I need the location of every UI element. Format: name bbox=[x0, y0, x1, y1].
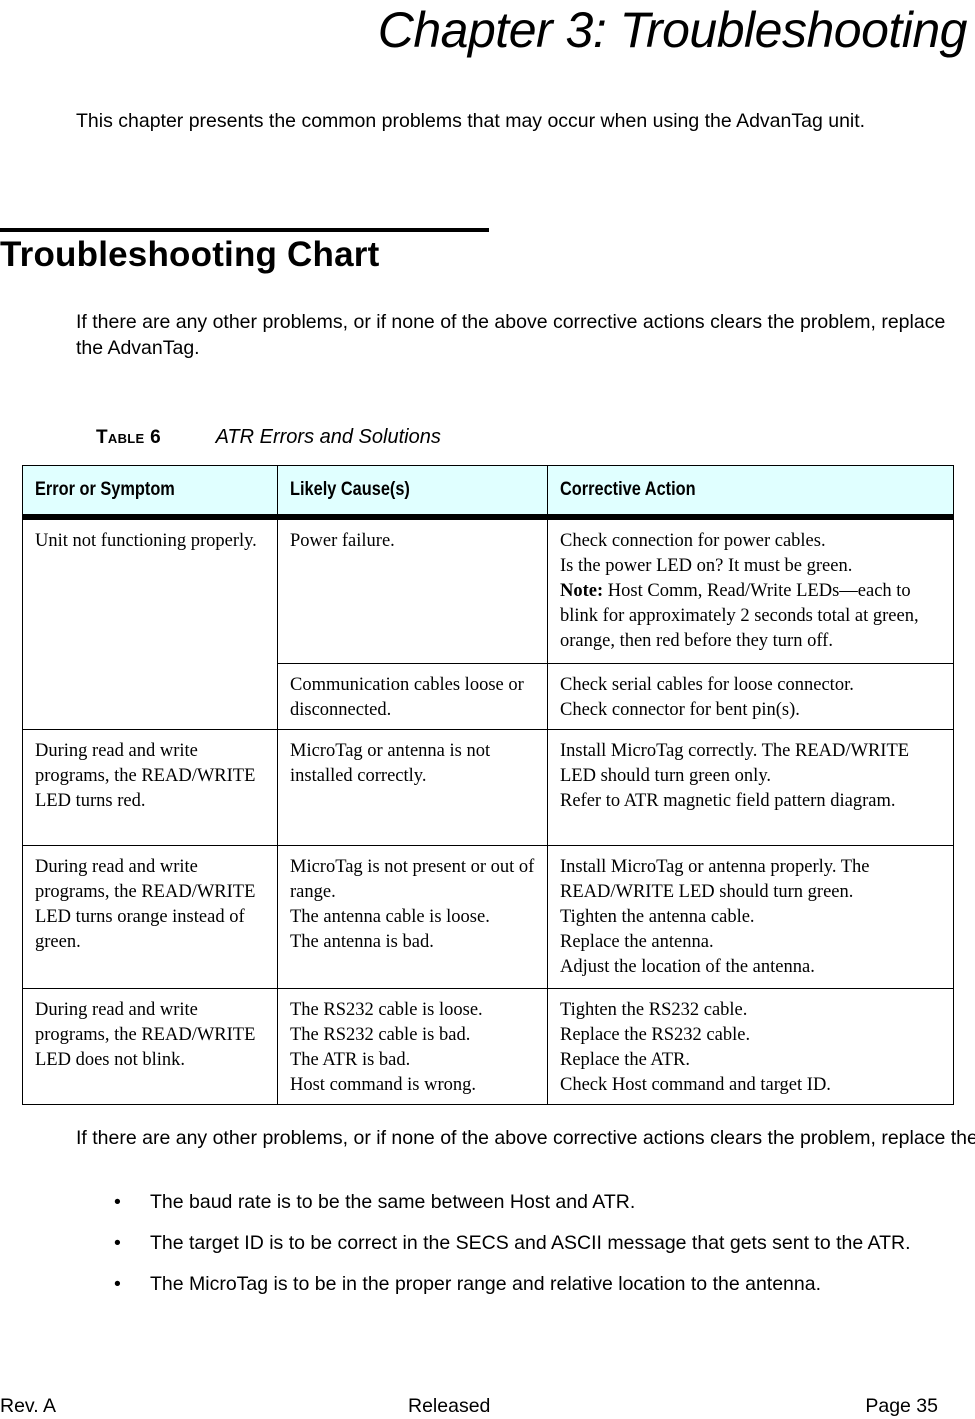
cause-line: The antenna cable is loose. bbox=[290, 907, 490, 927]
table-row: During read and write programs, the READ… bbox=[22, 729, 954, 846]
action-line: Install MicroTag or antenna properly. Th… bbox=[560, 857, 870, 902]
table-row: During read and write programs, the READ… bbox=[22, 988, 954, 1105]
symptom-text: Unit not functioning properly. bbox=[35, 531, 257, 551]
action-line: Replace the RS232 cable. bbox=[560, 1025, 751, 1045]
action-line: Replace the antenna. bbox=[560, 932, 714, 952]
column-header-causes: Likely Cause(s) bbox=[277, 465, 548, 520]
cause-cell: MicroTag is not present or out of range.… bbox=[277, 845, 548, 989]
table-caption: Table 6 ATR Errors and Solutions bbox=[96, 424, 441, 451]
action-cell: Check connection for power cables. Is th… bbox=[547, 516, 954, 664]
list-item-text: The MicroTag is to be in the proper rang… bbox=[150, 1273, 821, 1295]
note-label: Note: bbox=[560, 581, 604, 601]
bullet-icon: • bbox=[114, 1191, 121, 1213]
action-line: Check serial cables for loose connector. bbox=[560, 675, 854, 695]
cause-cell: MicroTag or antenna is not installed cor… bbox=[277, 729, 548, 846]
column-header-label: Error or Symptom bbox=[35, 479, 175, 500]
action-line: Replace the ATR. bbox=[560, 1050, 690, 1070]
table-header-row: Error or Symptom Likely Cause(s) Correct… bbox=[22, 465, 954, 520]
cause-line: The antenna is bad. bbox=[290, 932, 434, 952]
action-note: Note: Host Comm, Read/Write LEDs—each to… bbox=[560, 579, 941, 654]
list-item: • The MicroTag is to be in the proper ra… bbox=[76, 1271, 956, 1297]
action-cell: Install MicroTag or antenna properly. Th… bbox=[547, 845, 954, 989]
cause-line: Communication cables loose or disconnect… bbox=[290, 675, 524, 720]
chapter-title: Chapter 3: Troubleshooting bbox=[377, 2, 968, 58]
symptom-text: During read and write programs, the READ… bbox=[35, 1000, 256, 1070]
cause-line: MicroTag or antenna is not installed cor… bbox=[290, 741, 491, 786]
table-row: During read and write programs, the READ… bbox=[22, 845, 954, 989]
footer-revision: Rev. A bbox=[0, 1395, 56, 1417]
footer-status: Released bbox=[408, 1395, 491, 1417]
cause-cell: Communication cables loose or disconnect… bbox=[277, 663, 548, 730]
cause-line: Power failure. bbox=[290, 531, 395, 551]
closing-paragraph: If there are any other problems, or if n… bbox=[76, 1127, 975, 1149]
cause-line: MicroTag is not present or out of range. bbox=[290, 857, 535, 902]
bullet-icon: • bbox=[114, 1232, 121, 1254]
cause-line: The RS232 cable is loose. bbox=[290, 1000, 483, 1020]
section-paragraph: If there are any other problems, or if n… bbox=[76, 311, 946, 359]
note-text: Host Comm, Read/Write LEDs—each to blink… bbox=[560, 581, 919, 651]
cause-cell: Power failure. bbox=[277, 516, 548, 664]
cause-line: Host command is wrong. bbox=[290, 1075, 477, 1095]
list-item-text: The baud rate is to be the same between … bbox=[150, 1191, 636, 1213]
section-divider bbox=[0, 228, 489, 232]
symptom-cell: During read and write programs, the READ… bbox=[22, 729, 278, 846]
action-line: Check connector for bent pin(s). bbox=[560, 700, 800, 720]
column-header-label: Likely Cause(s) bbox=[290, 479, 410, 500]
list-item-text: The target ID is to be correct in the SE… bbox=[150, 1232, 911, 1254]
page-footer: Rev. A Released Page 35 bbox=[0, 1393, 975, 1419]
table-row: Unit not functioning properly. Power fai… bbox=[22, 516, 954, 730]
symptom-text: During read and write programs, the READ… bbox=[35, 741, 256, 811]
action-line: Install MicroTag correctly. The READ/WRI… bbox=[560, 741, 910, 786]
cause-line: The RS232 cable is bad. bbox=[290, 1025, 471, 1045]
table-caption-title: ATR Errors and Solutions bbox=[215, 426, 441, 448]
column-header-symptom: Error or Symptom bbox=[22, 465, 278, 520]
symptom-cell: Unit not functioning properly. bbox=[22, 516, 278, 730]
action-cell: Install MicroTag correctly. The READ/WRI… bbox=[547, 729, 954, 846]
cause-line: The ATR is bad. bbox=[290, 1050, 411, 1070]
section-title: Troubleshooting Chart bbox=[0, 235, 380, 274]
column-header-label: Corrective Action bbox=[560, 479, 696, 500]
action-cell: Check serial cables for loose connector.… bbox=[547, 663, 954, 730]
footer-page-number: Page 35 bbox=[865, 1395, 938, 1417]
action-line: Check Host command and target ID. bbox=[560, 1075, 831, 1095]
intro-paragraph: This chapter presents the common problem… bbox=[76, 110, 866, 132]
symptom-text: During read and write programs, the READ… bbox=[35, 857, 256, 952]
cause-cell: The RS232 cable is loose. The RS232 cabl… bbox=[277, 988, 548, 1105]
table-caption-label: Table 6 bbox=[96, 427, 161, 448]
action-line: Is the power LED on? It must be green. bbox=[560, 556, 853, 576]
column-header-action: Corrective Action bbox=[547, 465, 954, 520]
atr-errors-table: Error or Symptom Likely Cause(s) Correct… bbox=[22, 465, 954, 1105]
symptom-cell: During read and write programs, the READ… bbox=[22, 845, 278, 989]
action-line: Tighten the antenna cable. bbox=[560, 907, 755, 927]
action-cell: Tighten the RS232 cable. Replace the RS2… bbox=[547, 988, 954, 1105]
considerations-list: • The baud rate is to be the same betwee… bbox=[76, 1189, 956, 1312]
list-item: • The baud rate is to be the same betwee… bbox=[76, 1189, 956, 1215]
action-line: Check connection for power cables. bbox=[560, 531, 826, 551]
action-line: Tighten the RS232 cable. bbox=[560, 1000, 748, 1020]
action-line: Refer to ATR magnetic field pattern diag… bbox=[560, 791, 896, 811]
symptom-cell: During read and write programs, the READ… bbox=[22, 988, 278, 1105]
list-item: • The target ID is to be correct in the … bbox=[76, 1230, 956, 1256]
action-line: Adjust the location of the antenna. bbox=[560, 957, 815, 977]
bullet-icon: • bbox=[114, 1273, 121, 1295]
